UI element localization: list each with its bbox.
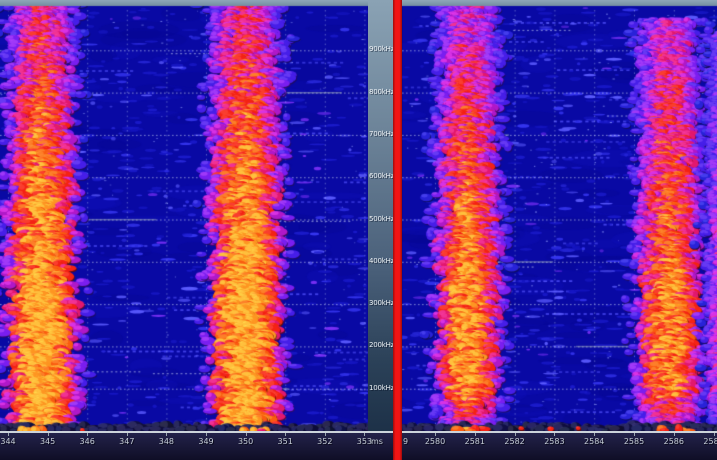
time-tick-label: 346 — [80, 437, 95, 446]
time-axis-tick — [554, 433, 555, 436]
time-axis-tick — [714, 433, 715, 436]
time-axis-bar: 344 345 346 347 348 349 350 351 352 353 2580 2581 25… — [0, 431, 717, 460]
time-axis-tick — [127, 433, 128, 436]
time-unit-label: ms — [371, 437, 383, 446]
time-tick-label: 348 — [159, 437, 174, 446]
time-tick-label: 2580 — [425, 437, 445, 446]
freq-axis-label: 700kHz — [369, 130, 393, 138]
time-axis-tick — [166, 433, 167, 436]
time-axis-tick — [475, 433, 476, 436]
time-axis-tick — [364, 433, 365, 436]
waterfall-canvas[interactable] — [0, 0, 717, 431]
time-tick-label: 351 — [278, 437, 293, 446]
freq-axis-label: 600kHz — [369, 172, 393, 180]
time-axis-tick — [325, 433, 326, 436]
freq-axis-label: 400kHz — [369, 257, 393, 265]
time-tick-label: 349 — [198, 437, 213, 446]
freq-axis-label: 800kHz — [369, 88, 393, 96]
time-tick-label: 344 — [0, 437, 15, 446]
time-tick-label: 353 — [357, 437, 372, 446]
time-tick-label: 2585 — [624, 437, 644, 446]
time-tick-label: 2583 — [544, 437, 564, 446]
partial-tick-label: 9 — [403, 437, 408, 446]
time-tick-label: 2581 — [465, 437, 485, 446]
freq-axis-label: 900kHz — [369, 45, 393, 53]
time-tick-label: 2586 — [664, 437, 684, 446]
spectrogram-viewer: 900kHz 800kHz 700kHz 600kHz 500kHz 400kHz 300k… — [0, 0, 717, 460]
time-axis-tick — [246, 433, 247, 436]
freq-axis-label: 200kHz — [369, 341, 393, 349]
time-tick-label: 2584 — [584, 437, 604, 446]
time-tick-label: 345 — [40, 437, 55, 446]
time-axis-tick — [48, 433, 49, 436]
freq-axis-label: 300kHz — [369, 299, 393, 307]
time-axis-tick — [285, 433, 286, 436]
time-tick-label: 352 — [317, 437, 332, 446]
frequency-axis-strip: 900kHz 800kHz 700kHz 600kHz 500kHz 400kHz 300k… — [368, 0, 393, 431]
time-axis-tick — [87, 433, 88, 436]
freq-axis-label: 100kHz — [369, 384, 393, 392]
time-axis-tick — [515, 433, 516, 436]
time-axis-tick — [8, 433, 9, 436]
time-axis-tick — [674, 433, 675, 436]
red-split-cursor[interactable] — [393, 0, 402, 460]
time-tick-label: 2587 — [703, 437, 717, 446]
time-axis-tick — [594, 433, 595, 436]
time-axis-tick — [206, 433, 207, 436]
time-tick-label: 2582 — [504, 437, 524, 446]
time-tick-label: 347 — [119, 437, 134, 446]
time-tick-label: 350 — [238, 437, 253, 446]
time-axis-tick — [634, 433, 635, 436]
time-axis-tick — [435, 433, 436, 436]
freq-axis-label: 500kHz — [369, 215, 393, 223]
